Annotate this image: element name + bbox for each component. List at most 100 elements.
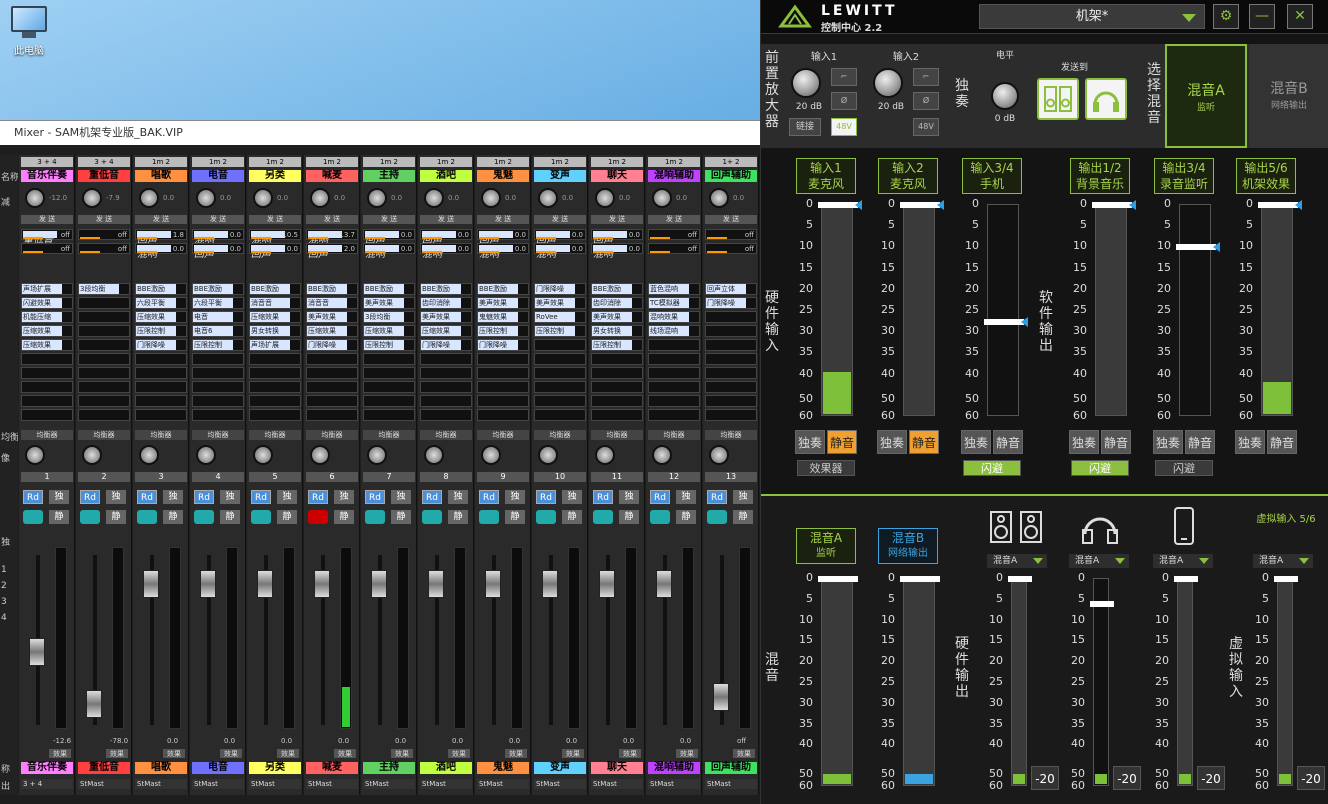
effect-slot[interactable]: BBE激励: [477, 283, 529, 295]
effects-button[interactable]: 效果: [334, 749, 356, 758]
power-button[interactable]: [707, 510, 727, 524]
pan-knob[interactable]: [82, 445, 102, 465]
effect-slot-empty[interactable]: [21, 409, 73, 421]
input-select[interactable]: 1m 2: [306, 157, 358, 167]
effect-slot[interactable]: 男女转换: [249, 325, 301, 337]
input-select[interactable]: 1m 2: [363, 157, 415, 167]
effect-slot-empty[interactable]: [477, 395, 529, 407]
effect-slot[interactable]: 门限降噪: [306, 339, 358, 351]
send-slot[interactable]: 重低音 off: [21, 229, 73, 246]
send-slot[interactable]: 混响 0.0: [192, 229, 244, 246]
effect-slot-empty[interactable]: [78, 395, 130, 407]
effect-slot[interactable]: [78, 297, 130, 309]
mute-button[interactable]: 静音: [827, 430, 857, 454]
pan-knob[interactable]: [424, 445, 444, 465]
effect-slot[interactable]: TC模拟器: [648, 297, 700, 309]
send-slot[interactable]: 回声 0.0: [477, 229, 529, 246]
mute-button[interactable]: 静: [733, 510, 753, 524]
phantom-power-button[interactable]: 48V: [913, 118, 939, 136]
effect-slot[interactable]: 声场扩展: [21, 283, 73, 295]
effect-slot-empty[interactable]: [192, 353, 244, 365]
effect-slot[interactable]: 美声效果: [477, 297, 529, 309]
effect-slot[interactable]: 齿印消除: [420, 297, 472, 309]
minus20-button[interactable]: -20: [1197, 766, 1225, 790]
mute-button[interactable]: 静音: [993, 430, 1023, 454]
effect-slot[interactable]: 回声立体: [705, 283, 757, 295]
input-select[interactable]: 1m 2: [135, 157, 187, 167]
effect-slot[interactable]: 美声效果: [591, 311, 643, 323]
input-select[interactable]: 1m 2: [591, 157, 643, 167]
effect-slot[interactable]: 压限控制: [192, 339, 244, 351]
pan-knob[interactable]: [481, 445, 501, 465]
effect-slot[interactable]: [78, 311, 130, 323]
send-slot[interactable]: off: [78, 229, 130, 240]
solo-button[interactable]: 独奏: [1235, 430, 1265, 454]
phase-invert-icon[interactable]: Ø: [831, 92, 857, 110]
solo-button[interactable]: 独: [676, 490, 696, 504]
solo-button[interactable]: 独: [562, 490, 582, 504]
output-select[interactable]: StMast: [648, 779, 700, 789]
effect-slot[interactable]: [705, 311, 757, 323]
effect-slot-empty[interactable]: [648, 381, 700, 393]
send-slot[interactable]: 混响 0.0: [135, 243, 187, 260]
effect-slot-empty[interactable]: [306, 395, 358, 407]
effect-slot[interactable]: 六段平衡: [135, 297, 187, 309]
effect-slot[interactable]: 美声效果: [534, 297, 586, 309]
effect-slot[interactable]: 鬼魅效果: [477, 311, 529, 323]
mix-b-tab[interactable]: 混音B 网络输出: [1249, 44, 1328, 148]
volume-fader[interactable]: [1008, 576, 1032, 582]
effect-slot-empty[interactable]: [705, 381, 757, 393]
effects-button[interactable]: 效果: [277, 749, 299, 758]
effect-slot-empty[interactable]: [363, 381, 415, 393]
power-button[interactable]: [536, 510, 556, 524]
mix-a-tab[interactable]: 混音A 监听: [1165, 44, 1247, 148]
output-select[interactable]: StMast: [135, 779, 187, 789]
effect-slot-empty[interactable]: [192, 367, 244, 379]
effect-slot-empty[interactable]: [78, 409, 130, 421]
send-slot[interactable]: 回声 2.0: [306, 243, 358, 260]
effect-slot[interactable]: 压缩效果: [21, 339, 73, 351]
mute-button[interactable]: 静: [334, 510, 354, 524]
volume-fader[interactable]: [1174, 576, 1198, 582]
volume-fader[interactable]: [1092, 202, 1132, 208]
effect-slot-empty[interactable]: [648, 367, 700, 379]
effects-button[interactable]: 效果: [163, 749, 185, 758]
solo-button[interactable]: 独: [733, 490, 753, 504]
effect-slot[interactable]: 消音音: [306, 297, 358, 309]
level-knob[interactable]: [991, 82, 1019, 110]
output-select[interactable]: StMast: [192, 779, 244, 789]
solo-button[interactable]: 独奏: [877, 430, 907, 454]
speaker-icon[interactable]: [1037, 78, 1079, 120]
effect-slot-empty[interactable]: [534, 367, 586, 379]
output-mix-dropdown[interactable]: 混音A: [1069, 554, 1129, 568]
mute-button[interactable]: 静: [163, 510, 183, 524]
effect-slot-empty[interactable]: [21, 395, 73, 407]
fader-handle[interactable]: [428, 570, 444, 598]
effect-slot-empty[interactable]: [135, 395, 187, 407]
phase-invert-icon[interactable]: Ø: [913, 92, 939, 110]
send-slot[interactable]: 回声 0.0: [363, 229, 415, 246]
effect-slot[interactable]: 压限控制: [591, 339, 643, 351]
effect-slot[interactable]: 压缩效果: [135, 311, 187, 323]
solo-button[interactable]: 独奏: [961, 430, 991, 454]
strip-tag-button[interactable]: 效果器: [797, 460, 855, 476]
solo-button[interactable]: 独: [277, 490, 297, 504]
effect-slot[interactable]: [705, 325, 757, 337]
effect-slot[interactable]: 压限控制: [135, 325, 187, 337]
effect-slot[interactable]: 电音6: [192, 325, 244, 337]
solo-button[interactable]: 独: [220, 490, 240, 504]
effect-slot-empty[interactable]: [249, 409, 301, 421]
volume-fader[interactable]: [900, 576, 940, 582]
effect-slot[interactable]: BBE激励: [420, 283, 472, 295]
effect-slot-empty[interactable]: [21, 353, 73, 365]
effects-button[interactable]: 效果: [220, 749, 242, 758]
effect-slot[interactable]: 美声效果: [363, 297, 415, 309]
effect-slot-empty[interactable]: [591, 409, 643, 421]
send-slot[interactable]: 回声 0.0: [420, 229, 472, 246]
this-pc-icon[interactable]: 此电脑: [6, 6, 52, 57]
power-button[interactable]: [251, 510, 271, 524]
eq-button[interactable]: 均衡器: [249, 430, 301, 440]
eq-button[interactable]: 均衡器: [534, 430, 586, 440]
solo-button[interactable]: 独: [106, 490, 126, 504]
output-select[interactable]: StMast: [249, 779, 301, 789]
